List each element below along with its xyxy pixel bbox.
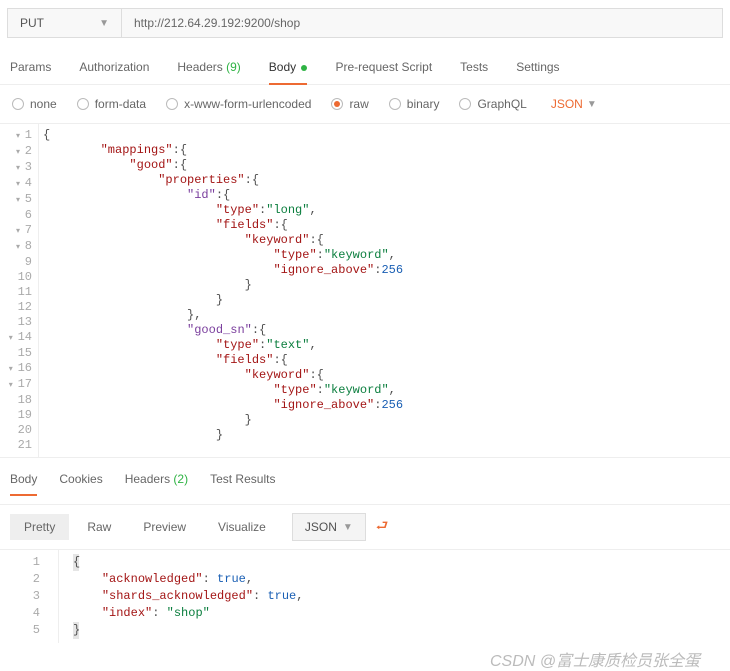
view-visualize[interactable]: Visualize [204, 514, 280, 540]
radio-binary[interactable]: binary [389, 97, 440, 111]
tab-params[interactable]: Params [10, 60, 51, 84]
resp-headers-label: Headers [125, 472, 170, 486]
radio-icon [331, 98, 343, 110]
tab-body-label: Body [269, 60, 296, 74]
radio-formdata[interactable]: form-data [77, 97, 146, 111]
radio-icon [459, 98, 471, 110]
response-format-select[interactable]: JSON▼ [292, 513, 366, 541]
request-editor[interactable]: 123456789101112131415161718192021 { "map… [0, 124, 730, 458]
url-input[interactable]: http://212.64.29.192:9200/shop [122, 8, 723, 38]
radio-graphql[interactable]: GraphQL [459, 97, 526, 111]
response-editor[interactable]: 12345 { "acknowledged": true, "shards_ac… [0, 550, 730, 643]
radio-icon [166, 98, 178, 110]
view-raw[interactable]: Raw [73, 514, 125, 540]
line-gutter: 123456789101112131415161718192021 [0, 124, 38, 457]
resp-tab-headers[interactable]: Headers (2) [125, 472, 188, 504]
radio-none[interactable]: none [12, 97, 57, 111]
tab-settings[interactable]: Settings [516, 60, 559, 84]
body-format-select[interactable]: JSON▼ [551, 97, 597, 111]
tab-headers-label: Headers [177, 60, 222, 74]
tab-headers-count: (9) [226, 60, 241, 74]
tab-authorization[interactable]: Authorization [79, 60, 149, 84]
view-preview[interactable]: Preview [129, 514, 200, 540]
radio-raw[interactable]: raw [331, 97, 368, 111]
resp-tab-testresults[interactable]: Test Results [210, 472, 275, 504]
request-tabs: Params Authorization Headers (9) Body Pr… [0, 38, 730, 85]
tab-body[interactable]: Body [269, 60, 308, 84]
line-gutter: 12345 [0, 550, 58, 643]
chevron-down-icon: ▼ [99, 18, 109, 29]
wrap-lines-icon[interactable]: ⮐ [376, 515, 389, 539]
method-select[interactable]: PUT ▼ [7, 8, 122, 38]
response-tabs: Body Cookies Headers (2) Test Results [0, 458, 730, 505]
radio-icon [389, 98, 401, 110]
tab-tests[interactable]: Tests [460, 60, 488, 84]
radio-xwww[interactable]: x-www-form-urlencoded [166, 97, 311, 111]
radio-icon [77, 98, 89, 110]
tab-prerequest[interactable]: Pre-request Script [335, 60, 432, 84]
url-value: http://212.64.29.192:9200/shop [134, 16, 300, 30]
url-bar: PUT ▼ http://212.64.29.192:9200/shop [7, 8, 723, 38]
radio-icon [12, 98, 24, 110]
method-value: PUT [20, 16, 44, 30]
code-area[interactable]: { "acknowledged": true, "shards_acknowle… [58, 550, 730, 643]
body-indicator-icon [301, 65, 307, 71]
chevron-down-icon: ▼ [587, 99, 597, 110]
code-area[interactable]: { "mappings":{ "good":{ "properties":{ "… [38, 124, 730, 457]
tab-headers[interactable]: Headers (9) [177, 60, 240, 84]
resp-tab-cookies[interactable]: Cookies [59, 472, 102, 504]
view-mode-row: Pretty Raw Preview Visualize JSON▼ ⮐ [0, 505, 730, 550]
resp-tab-body[interactable]: Body [10, 472, 37, 504]
body-type-row: none form-data x-www-form-urlencoded raw… [0, 85, 730, 124]
view-pretty[interactable]: Pretty [10, 514, 69, 540]
chevron-down-icon: ▼ [343, 522, 353, 533]
resp-headers-count: (2) [173, 472, 188, 486]
